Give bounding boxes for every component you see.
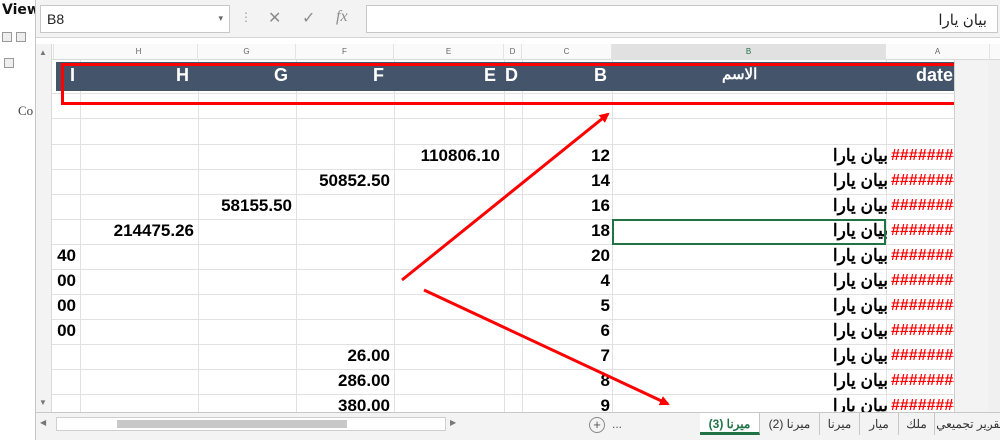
scroll-down-icon[interactable]: ▼ (39, 398, 47, 407)
row-gridline (36, 118, 990, 119)
cell-b[interactable]: 16 (591, 194, 610, 218)
sheet-tab[interactable]: ميرنا (820, 413, 860, 435)
cell-date[interactable]: ######## (891, 344, 962, 368)
tabs-ellipsis-right[interactable]: ... (980, 413, 990, 435)
horizontal-scrollbar[interactable] (56, 417, 446, 431)
cell-g[interactable]: 58155.50 (221, 194, 292, 218)
cell-name[interactable]: بيان يارا (816, 344, 888, 368)
cell-i[interactable]: 40 (57, 244, 76, 268)
paste-icon[interactable] (16, 32, 26, 42)
cell-b[interactable]: 14 (591, 169, 610, 193)
sheet-tab-bar: ◀ ▶ + ... تقرير تجميعي ملك ميار ميرنا ميرنا … (36, 412, 1000, 440)
scroll-thumb[interactable] (117, 420, 347, 428)
left-scrollbar[interactable]: ▲ ▼ (36, 44, 52, 412)
column-letter[interactable]: E (394, 44, 504, 60)
spreadsheet-grid[interactable]: I H G F E D B الاسم date 110806.10 12 بيان… (36, 60, 1000, 412)
column-letter[interactable]: F (296, 44, 394, 60)
cell-date[interactable]: ######## (891, 319, 962, 343)
cell-i[interactable]: 00 (57, 269, 76, 293)
column-gridline (198, 60, 199, 412)
vertical-scrollbar[interactable] (988, 60, 1000, 412)
cell-f[interactable]: 286.00 (338, 369, 390, 393)
sheet-tab[interactable]: ميار (860, 413, 899, 435)
column-header-bar: HGFEDCBA (36, 44, 1000, 60)
column-gridline (522, 60, 523, 412)
scroll-left-icon[interactable]: ◀ (40, 418, 46, 427)
scroll-right-icon[interactable]: ▶ (450, 418, 456, 427)
cell-date[interactable]: ######## (891, 269, 962, 293)
selected-cell-b8[interactable] (612, 219, 886, 245)
annotation-red-box (61, 63, 1000, 105)
cell-date[interactable]: ######## (891, 394, 962, 412)
sheet-tab[interactable]: تقرير تجميعي (935, 413, 1000, 435)
cell-date[interactable]: ######## (891, 369, 962, 393)
cell-b[interactable]: 7 (601, 344, 610, 368)
view-tab[interactable]: View (2, 2, 35, 18)
cell-name[interactable]: بيان يارا (816, 369, 888, 393)
cell-name[interactable]: بيان يارا (816, 244, 888, 268)
cell-b[interactable]: 8 (601, 369, 610, 393)
column-letter[interactable]: A (886, 44, 990, 60)
cell-i[interactable]: 00 (57, 294, 76, 318)
column-letter[interactable]: H (80, 44, 198, 60)
name-box[interactable]: B8 ▾ (40, 5, 230, 33)
formula-input[interactable]: بيان يارا (366, 5, 998, 33)
copy-icon[interactable] (2, 32, 12, 42)
column-gridline (394, 60, 395, 412)
cell-name[interactable]: بيان يارا (816, 144, 888, 168)
cell-b[interactable]: 5 (601, 294, 610, 318)
enter-icon[interactable]: ✓ (302, 8, 315, 28)
sheet-tab[interactable]: ملك (899, 413, 935, 435)
sheet-tab[interactable]: ميرنا (2) (760, 413, 820, 435)
cell-b[interactable]: 6 (601, 319, 610, 343)
drag-handle-icon[interactable]: ⋮ (240, 10, 252, 24)
ribbon-text: Co (18, 103, 34, 118)
column-gridline (296, 60, 297, 412)
cell-e[interactable]: 110806.10 (421, 144, 500, 168)
cell-name[interactable]: بيان يارا (816, 194, 888, 218)
cell-date[interactable]: ######## (891, 144, 962, 168)
column-letter[interactable]: B (612, 44, 886, 60)
cell-name[interactable]: بيان يارا (816, 269, 888, 293)
scroll-up-icon[interactable]: ▲ (39, 48, 47, 57)
column-letter[interactable]: C (522, 44, 612, 60)
cell-date[interactable]: ######## (891, 219, 962, 243)
cancel-icon[interactable]: ✕ (268, 8, 281, 28)
formula-bar: B8 ▾ ⋮ ✕ ✓ fx بيان يارا (36, 0, 1000, 38)
chevron-down-icon[interactable]: ▾ (218, 13, 223, 24)
cell-name[interactable]: بيان يارا (816, 319, 888, 343)
function-icon[interactable]: fx (336, 8, 348, 26)
add-sheet-button[interactable]: + (589, 417, 605, 433)
sheet-tab[interactable]: ميرنا (3) (700, 413, 760, 435)
cell-name[interactable]: بيان يارا (816, 169, 888, 193)
cell-f[interactable]: 380.00 (338, 394, 390, 412)
cell-b[interactable]: 18 (591, 219, 610, 243)
cell-i[interactable]: 00 (57, 319, 76, 343)
cell-b[interactable]: 12 (591, 144, 610, 168)
cell-f[interactable]: 50852.50 (319, 169, 390, 193)
name-box-value: B8 (47, 11, 65, 27)
cell-name[interactable]: بيان يارا (816, 294, 888, 318)
column-letter[interactable]: D (504, 44, 522, 60)
column-gridline (80, 60, 81, 412)
cell-f[interactable]: 26.00 (347, 344, 390, 368)
cell-h[interactable]: 214475.26 (114, 219, 194, 243)
cell-b[interactable]: 20 (591, 244, 610, 268)
ribbon-pane: View Co (0, 0, 36, 440)
cell-date[interactable]: ######## (891, 169, 962, 193)
column-gridline (504, 60, 505, 412)
cell-b[interactable]: 9 (601, 394, 610, 412)
align-icon[interactable] (4, 58, 14, 68)
cell-name[interactable]: بيان يارا (816, 394, 888, 412)
tabs-ellipsis[interactable]: ... (612, 413, 622, 435)
cell-b[interactable]: 4 (601, 269, 610, 293)
cell-date[interactable]: ######## (891, 244, 962, 268)
cell-date[interactable]: ######## (891, 294, 962, 318)
cell-date[interactable]: ######## (891, 194, 962, 218)
column-letter[interactable]: G (198, 44, 296, 60)
